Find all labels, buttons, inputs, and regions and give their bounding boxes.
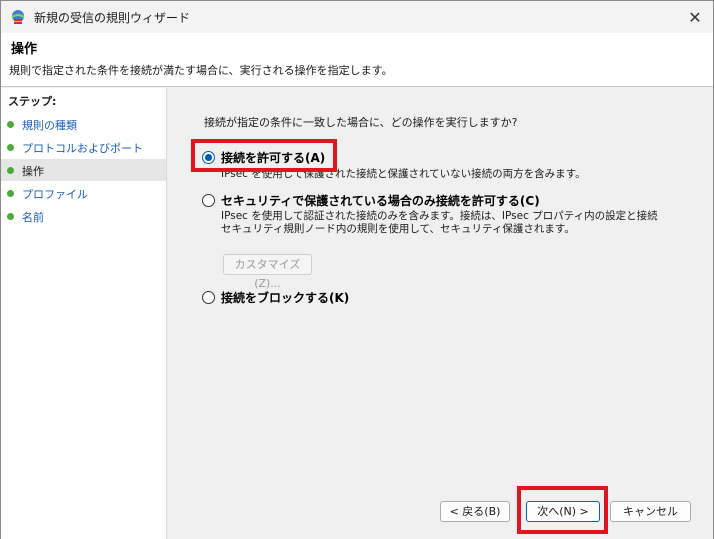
page-header: 操作 規則で指定された条件を接続が満たす場合に、実行される操作を指定します。 (1, 33, 713, 87)
step-status-icon (7, 213, 14, 220)
sidebar-item-label: 操作 (22, 165, 44, 178)
back-button[interactable]: < 戻る(B) (440, 501, 510, 522)
title-bar: 新規の受信の規則ウィザード ✕ (1, 1, 713, 33)
allow-secure-desc-line1: IPsec を使用して認証された接続のみを含みます。接続は、IPsec プロパテ… (221, 210, 658, 222)
sidebar-item-name[interactable]: 名前 (1, 205, 166, 227)
sidebar-item-rule-type[interactable]: 規則の種類 (1, 113, 166, 135)
steps-label: ステップ: (8, 95, 57, 108)
step-status-icon (7, 144, 14, 151)
allow-connection-option[interactable]: 接続を許可する(A) (202, 148, 325, 166)
block-connection-option[interactable]: 接続をブロックする(K) (202, 288, 349, 306)
allow-connection-desc: IPsec を使用して保護された接続と保護されていない接続の両方を含みます。 (221, 168, 586, 180)
allow-secure-label[interactable]: セキュリティで保護されている場合のみ接続を許可する(C) (221, 192, 540, 209)
firewall-app-icon (11, 10, 25, 24)
allow-secure-radio[interactable] (202, 193, 215, 207)
allow-connection-label[interactable]: 接続を許可する(A) (221, 149, 325, 166)
sidebar-item-label: プロトコルおよびポート (22, 142, 143, 155)
main-panel: 接続が指定の条件に一致した場合に、どの操作を実行しますか? 接続を許可する(A)… (167, 88, 713, 539)
steps-sidebar: ステップ: 規則の種類 プロトコルおよびポート 操作 プロファイル 名前 (1, 88, 167, 539)
allow-secure-option[interactable]: セキュリティで保護されている場合のみ接続を許可する(C) (202, 191, 540, 209)
allow-secure-desc-line2: セキュリティ規則ノード内の規則を使用して、セキュリティ保護されます。 (221, 223, 575, 235)
sidebar-item-label: 規則の種類 (22, 119, 77, 132)
block-connection-radio[interactable] (202, 290, 215, 304)
close-icon: ✕ (688, 7, 702, 27)
wizard-window: 新規の受信の規則ウィザード ✕ 操作 規則で指定された条件を接続が満たす場合に、… (0, 0, 714, 539)
step-status-icon (7, 190, 14, 197)
page-title: 操作 (11, 42, 38, 57)
step-status-icon (7, 121, 14, 128)
page-description: 規則で指定された条件を接続が満たす場合に、実行される操作を指定します。 (9, 64, 393, 77)
step-status-icon (7, 167, 14, 174)
action-question: 接続が指定の条件に一致した場合に、どの操作を実行しますか? (204, 116, 518, 129)
allow-connection-radio[interactable] (202, 150, 215, 164)
sidebar-item-label: 名前 (22, 211, 44, 224)
sidebar-item-action[interactable]: 操作 (1, 159, 166, 181)
customize-button[interactable]: カスタマイズ(Z)... (223, 254, 312, 290)
sidebar-item-profile[interactable]: プロファイル (1, 182, 166, 204)
next-button[interactable]: 次へ(N) > (526, 501, 600, 522)
cancel-button[interactable]: キャンセル (610, 501, 691, 522)
window-title: 新規の受信の規則ウィザード (34, 11, 191, 25)
sidebar-item-label: プロファイル (22, 188, 88, 201)
close-button[interactable]: ✕ (683, 5, 707, 29)
block-connection-label[interactable]: 接続をブロックする(K) (221, 289, 349, 306)
sidebar-item-protocol-port[interactable]: プロトコルおよびポート (1, 136, 166, 158)
